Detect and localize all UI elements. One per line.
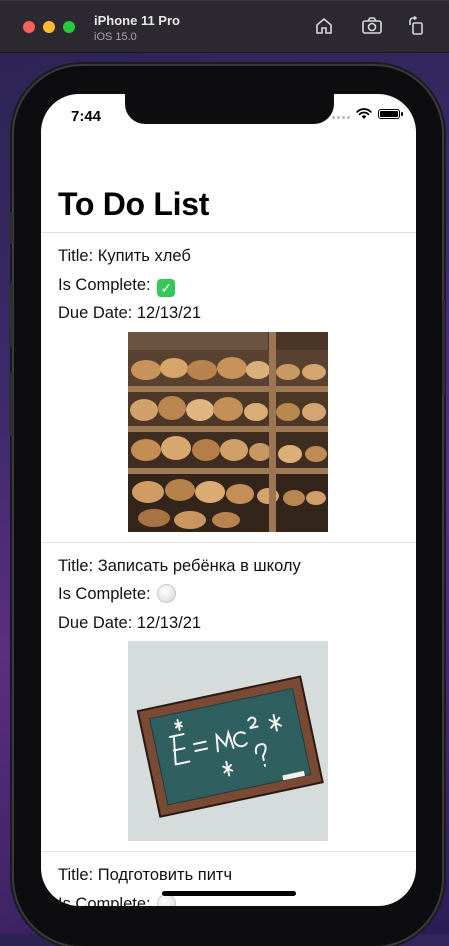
wifi-icon — [356, 108, 372, 119]
item-due-date: Due Date: 12/13/21 — [58, 613, 202, 632]
chalkboard-image — [128, 641, 328, 841]
item-complete-row: Is Complete: — [58, 580, 416, 609]
cellular-signal-icon — [332, 109, 350, 119]
screenshot-button[interactable] — [360, 14, 384, 38]
screenshot-icon — [362, 17, 382, 34]
item-title: Title: Записать ребёнка в школу — [58, 556, 301, 575]
page-title: To Do List — [58, 186, 210, 222]
item-complete-label: Is Complete: — [58, 894, 151, 907]
simulator-titlebar: iPhone 11 Pro iOS 15.0 — [0, 0, 449, 53]
todo-list: Title: Купить хлеб Is Complete: ✓ Due Da… — [41, 232, 416, 906]
os-version: iOS 15.0 — [94, 31, 137, 43]
close-window-button[interactable] — [23, 21, 35, 33]
home-icon — [316, 17, 332, 34]
rotate-button[interactable] — [405, 14, 429, 38]
zoom-window-button[interactable] — [63, 21, 75, 33]
home-button[interactable] — [312, 14, 336, 38]
volume-down-button — [9, 372, 13, 436]
phone-screen: 7:44 To Do List Title: Купить хлеб Is Co… — [41, 94, 416, 906]
item-complete-label: Is Complete: — [58, 275, 151, 294]
minimize-window-button[interactable] — [43, 21, 55, 33]
device-name: iPhone 11 Pro — [94, 13, 180, 28]
list-item[interactable]: Title: Купить хлеб Is Complete: ✓ Due Da… — [41, 233, 416, 542]
notch — [125, 94, 334, 124]
empty-circle-icon — [157, 584, 177, 603]
item-complete-label: Is Complete: — [58, 585, 151, 603]
list-item[interactable]: Title: Записать ребёнка в школу Is Compl… — [41, 543, 416, 852]
list-item[interactable]: Title: Подготовить питч Is Complete: — [41, 852, 416, 906]
home-indicator[interactable] — [162, 891, 296, 896]
bread-shelves-image — [128, 331, 328, 532]
status-icons — [332, 108, 403, 120]
checkmark-icon: ✓ — [157, 278, 176, 297]
side-button — [442, 300, 445, 396]
status-time: 7:44 — [71, 108, 102, 125]
battery-icon — [378, 109, 403, 119]
item-due-date: Due Date: 12/13/21 — [58, 304, 202, 322]
mute-switch — [9, 212, 13, 244]
item-title: Title: Купить хлеб — [58, 247, 191, 265]
item-title: Title: Подготовить питч — [58, 866, 233, 884]
item-complete-row: Is Complete: ✓ — [58, 271, 416, 300]
volume-up-button — [9, 282, 13, 346]
rotate-icon — [409, 16, 423, 35]
